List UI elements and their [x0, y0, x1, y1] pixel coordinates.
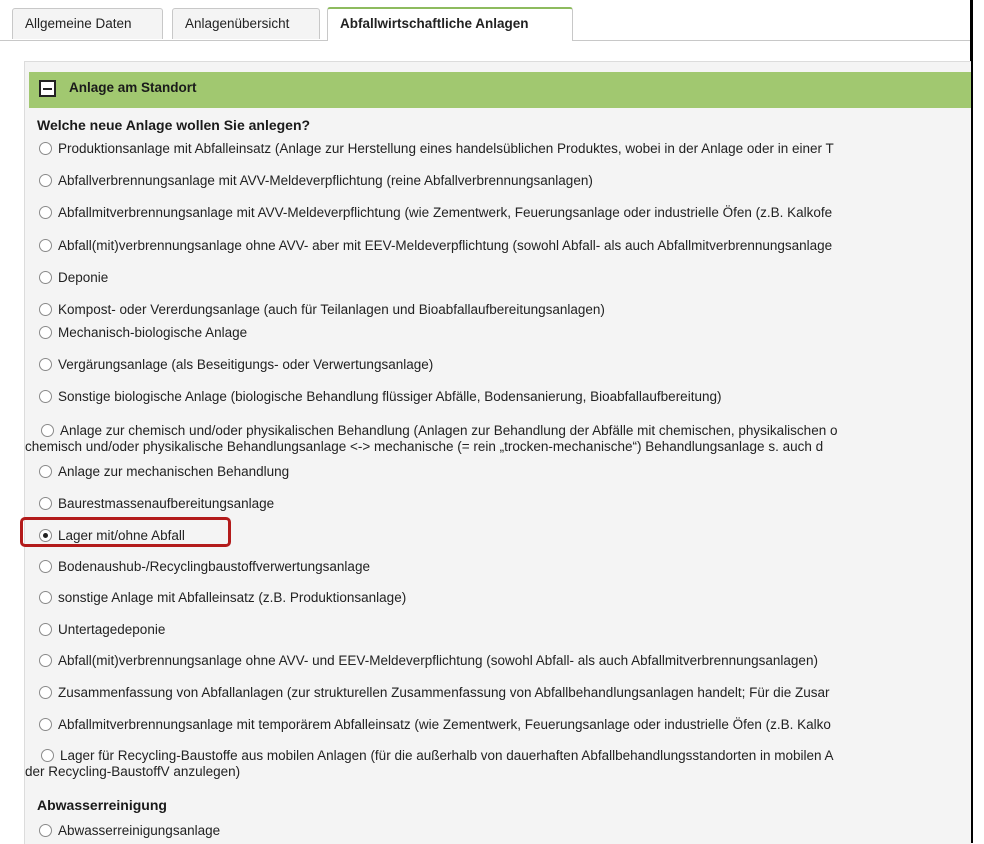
radio-button[interactable] — [39, 591, 52, 604]
option-sonstige-anlage[interactable]: sonstige Anlage mit Abfalleinsatz (z.B. … — [39, 590, 971, 606]
option-label: Sonstige biologische Anlage (biologische… — [58, 389, 722, 404]
radio-button[interactable] — [39, 358, 52, 371]
option-label-continued: chemisch und/oder physikalische Behandlu… — [25, 439, 824, 454]
option-zusammenfassung[interactable]: Zusammenfassung von Abfallanlagen (zur s… — [39, 685, 971, 701]
option-abfallverbrennungsanlage[interactable]: Abfallverbrennungsanlage mit AVV-Meldeve… — [39, 173, 971, 189]
radio-button[interactable] — [39, 497, 52, 510]
option-abfallmitverbrennung-eev[interactable]: Abfall(mit)verbrennungsanlage ohne AVV- … — [39, 238, 971, 254]
radio-button[interactable] — [41, 749, 54, 762]
radio-button[interactable] — [39, 824, 52, 837]
radio-button[interactable] — [39, 174, 52, 187]
radio-button[interactable] — [39, 686, 52, 699]
radio-button[interactable] — [39, 142, 52, 155]
option-label: Baurestmassenaufbereitungsanlage — [58, 496, 275, 511]
option-vergaerungsanlage[interactable]: Vergärungsanlage (als Beseitigungs- oder… — [39, 357, 971, 373]
option-label: Produktionsanlage mit Abfalleinsatz (Anl… — [58, 141, 834, 156]
option-produktionsanlage[interactable]: Produktionsanlage mit Abfalleinsatz (Anl… — [39, 141, 971, 157]
option-label: Untertagedeponie — [58, 622, 166, 637]
option-mechanische-behandlung[interactable]: Anlage zur mechanischen Behandlung — [39, 464, 971, 480]
option-label-continued: der Recycling-BaustoffV anzulegen) — [25, 764, 241, 779]
radio-button[interactable] — [39, 271, 52, 284]
option-lager-recycling-baustoffe[interactable]: Lager für Recycling-Baustoffe aus mobile… — [25, 748, 971, 780]
panel-anlage-am-standort: Anlage am Standort Welche neue Anlage wo… — [24, 61, 971, 844]
option-label: Abfallverbrennungsanlage mit AVV-Meldeve… — [58, 173, 593, 188]
section-abwasserreinigung-title: Abwasserreinigung — [37, 797, 167, 813]
option-label: Abfall(mit)verbrennungsanlage ohne AVV- … — [58, 238, 833, 253]
tab-allgemeine-daten[interactable]: Allgemeine Daten — [12, 8, 163, 39]
tab-abfallwirtschaftliche-anlagen[interactable]: Abfallwirtschaftliche Anlagen — [327, 7, 573, 41]
option-label: Abfall(mit)verbrennungsanlage ohne AVV- … — [58, 653, 818, 668]
option-label: Abfallmitverbrennungsanlage mit temporär… — [58, 717, 831, 732]
option-label: Kompost- oder Vererdungsanlage (auch für… — [58, 302, 605, 317]
option-mechanisch-biologische[interactable]: Mechanisch-biologische Anlage — [39, 325, 971, 341]
collapse-icon[interactable] — [39, 80, 56, 97]
radio-button[interactable] — [39, 623, 52, 636]
option-abfallmitverbrennungsanlage[interactable]: Abfallmitverbrennungsanlage mit AVV-Meld… — [39, 205, 971, 221]
panel-title: Anlage am Standort — [69, 80, 197, 95]
option-label: Vergärungsanlage (als Beseitigungs- oder… — [58, 357, 434, 372]
option-label: Mechanisch-biologische Anlage — [58, 325, 248, 340]
option-abfallmitverbrennung-ohne[interactable]: Abfall(mit)verbrennungsanlage ohne AVV- … — [39, 653, 971, 669]
radio-button[interactable] — [39, 303, 52, 316]
radio-button[interactable] — [39, 718, 52, 731]
option-label: Lager für Recycling-Baustoffe aus mobile… — [60, 748, 834, 763]
question-label: Welche neue Anlage wollen Sie anlegen? — [37, 117, 311, 133]
option-untertagedeponie[interactable]: Untertagedeponie — [39, 622, 971, 638]
option-label: Abfallmitverbrennungsanlage mit AVV-Meld… — [58, 205, 833, 220]
option-baurestmassen[interactable]: Baurestmassenaufbereitungsanlage — [39, 496, 971, 512]
option-sonstige-biologische[interactable]: Sonstige biologische Anlage (biologische… — [39, 389, 971, 405]
option-label: sonstige Anlage mit Abfalleinsatz (z.B. … — [58, 590, 407, 605]
option-abwasserreinigungsanlage[interactable]: Abwasserreinigungsanlage — [39, 823, 971, 839]
radio-button[interactable] — [41, 424, 54, 437]
tab-bar: Allgemeine Daten Anlagenübersicht Abfall… — [0, 0, 970, 41]
option-deponie[interactable]: Deponie — [39, 270, 971, 286]
tab-anlagenuebersicht[interactable]: Anlagenübersicht — [172, 8, 320, 39]
selection-highlight-box — [20, 517, 231, 547]
radio-button[interactable] — [39, 326, 52, 339]
radio-button[interactable] — [39, 654, 52, 667]
option-label: Abwasserreinigungsanlage — [58, 823, 221, 838]
option-temporaerer-abfalleinsatz[interactable]: Abfallmitverbrennungsanlage mit temporär… — [39, 717, 971, 733]
radio-button[interactable] — [39, 465, 52, 478]
option-label: Zusammenfassung von Abfallanlagen (zur s… — [58, 685, 830, 700]
option-label: Bodenaushub-/Recyclingbaustoffverwertung… — [58, 559, 370, 574]
radio-button[interactable] — [39, 239, 52, 252]
radio-button[interactable] — [39, 206, 52, 219]
option-bodenaushub[interactable]: Bodenaushub-/Recyclingbaustoffverwertung… — [39, 559, 971, 575]
panel-header: Anlage am Standort — [29, 72, 971, 108]
option-chemisch-physikalisch[interactable]: Anlage zur chemisch und/oder physikalisc… — [25, 423, 971, 455]
option-label: Anlage zur mechanischen Behandlung — [58, 464, 290, 479]
radio-button[interactable] — [39, 560, 52, 573]
radio-button[interactable] — [39, 390, 52, 403]
option-label: Deponie — [58, 270, 109, 285]
option-kompostanlage[interactable]: Kompost- oder Vererdungsanlage (auch für… — [39, 302, 971, 318]
option-label: Anlage zur chemisch und/oder physikalisc… — [60, 423, 838, 438]
